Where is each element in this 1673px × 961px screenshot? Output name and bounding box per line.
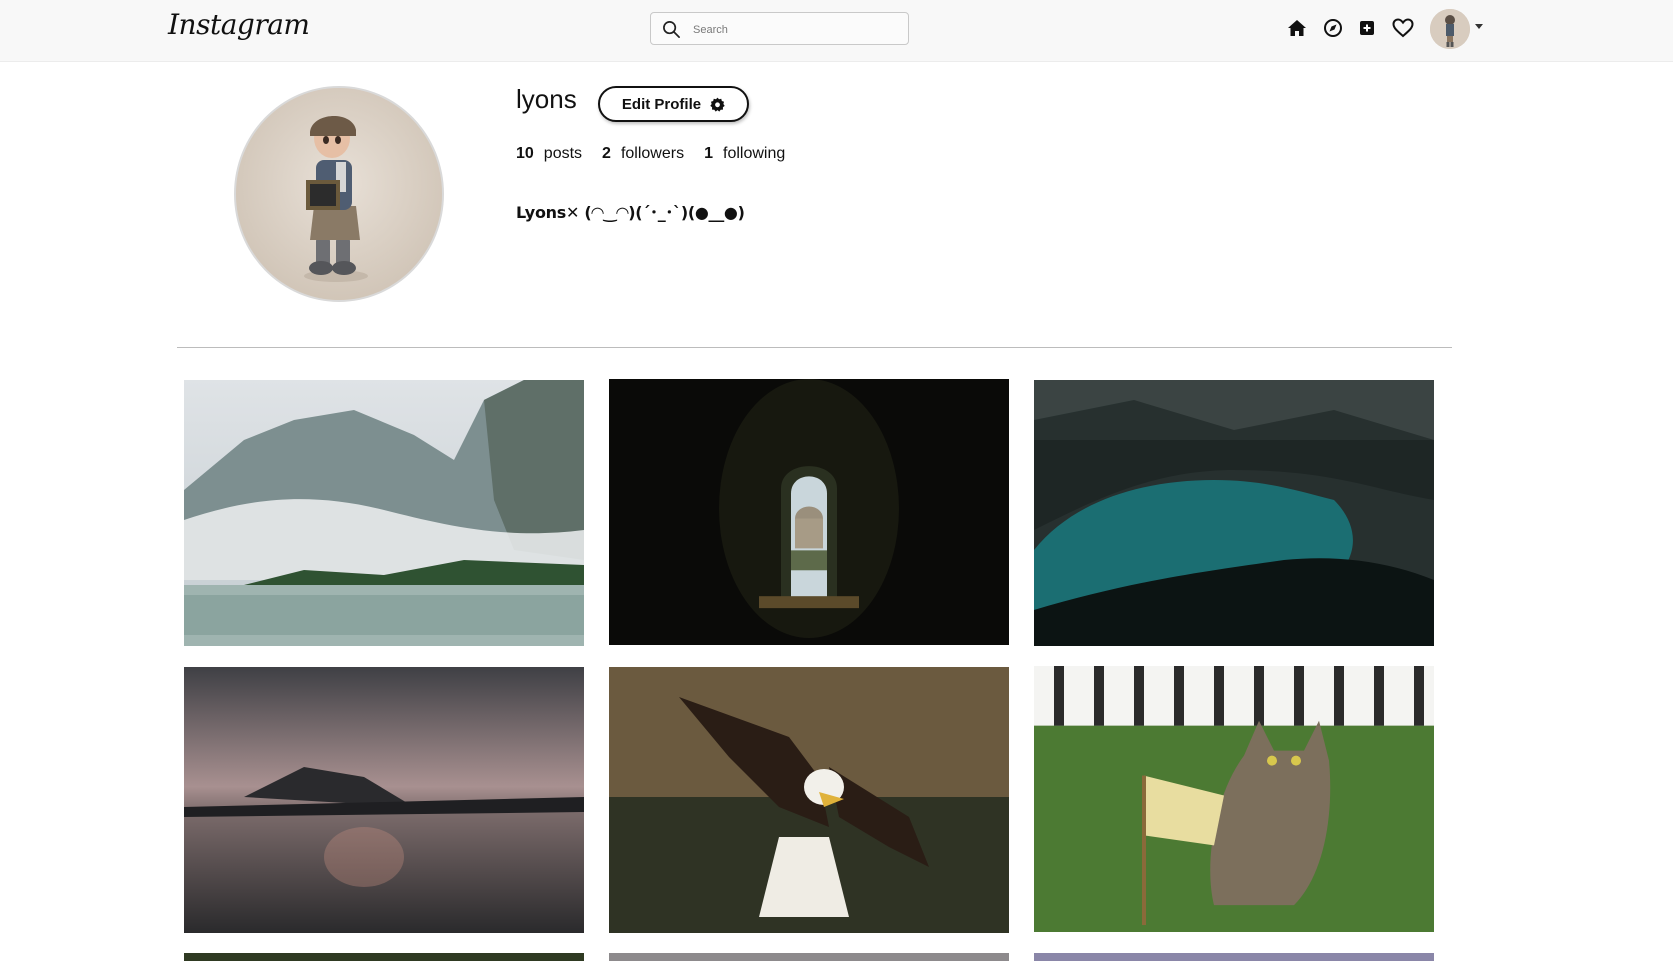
post-thumbnail-7[interactable] bbox=[184, 953, 584, 961]
post-thumbnail-9[interactable] bbox=[1034, 953, 1434, 961]
settings-gear-icon bbox=[710, 97, 725, 112]
search-box[interactable] bbox=[650, 12, 909, 45]
profile-stats: 10 posts 2 followers 1 following bbox=[516, 145, 805, 163]
explore-icon[interactable] bbox=[1323, 18, 1345, 40]
search-icon bbox=[663, 21, 680, 38]
followers-count: 2 bbox=[602, 145, 611, 162]
instagram-logo[interactable]: Instagram bbox=[168, 8, 310, 41]
following-label: following bbox=[723, 145, 786, 162]
home-icon[interactable] bbox=[1287, 18, 1309, 40]
post-thumbnail-4[interactable] bbox=[184, 667, 584, 933]
followers-stat[interactable]: 2 followers bbox=[602, 145, 684, 163]
following-count: 1 bbox=[704, 145, 713, 162]
activity-heart-icon[interactable] bbox=[1392, 18, 1414, 40]
edit-profile-button[interactable]: Edit Profile bbox=[598, 86, 749, 122]
post-thumbnail-1[interactable] bbox=[184, 380, 584, 646]
account-menu-caret-icon[interactable] bbox=[1475, 24, 1483, 29]
following-stat[interactable]: 1 following bbox=[704, 145, 785, 163]
post-thumbnail-8[interactable] bbox=[609, 953, 1009, 961]
post-thumbnail-2[interactable] bbox=[609, 379, 1009, 645]
edit-profile-label: Edit Profile bbox=[621, 95, 702, 113]
profile-picture[interactable] bbox=[234, 86, 444, 302]
post-thumbnail-6[interactable] bbox=[1034, 666, 1434, 932]
posts-count: 10 bbox=[516, 145, 534, 162]
search-input[interactable] bbox=[691, 19, 895, 41]
top-nav-bar: Instagram bbox=[0, 0, 1673, 62]
nav-profile-avatar[interactable] bbox=[1430, 9, 1470, 49]
new-post-icon[interactable] bbox=[1357, 18, 1379, 40]
profile-divider bbox=[177, 347, 1452, 348]
post-thumbnail-5[interactable] bbox=[609, 667, 1009, 933]
profile-bio: Lyons✕ (◠‿◠)(´･_･`)(●__●) bbox=[516, 203, 745, 222]
post-thumbnail-3[interactable] bbox=[1034, 380, 1434, 646]
posts-stat: 10 posts bbox=[516, 145, 582, 163]
posts-label: posts bbox=[543, 145, 583, 162]
profile-username: lyons bbox=[516, 84, 577, 114]
followers-label: followers bbox=[620, 145, 685, 162]
